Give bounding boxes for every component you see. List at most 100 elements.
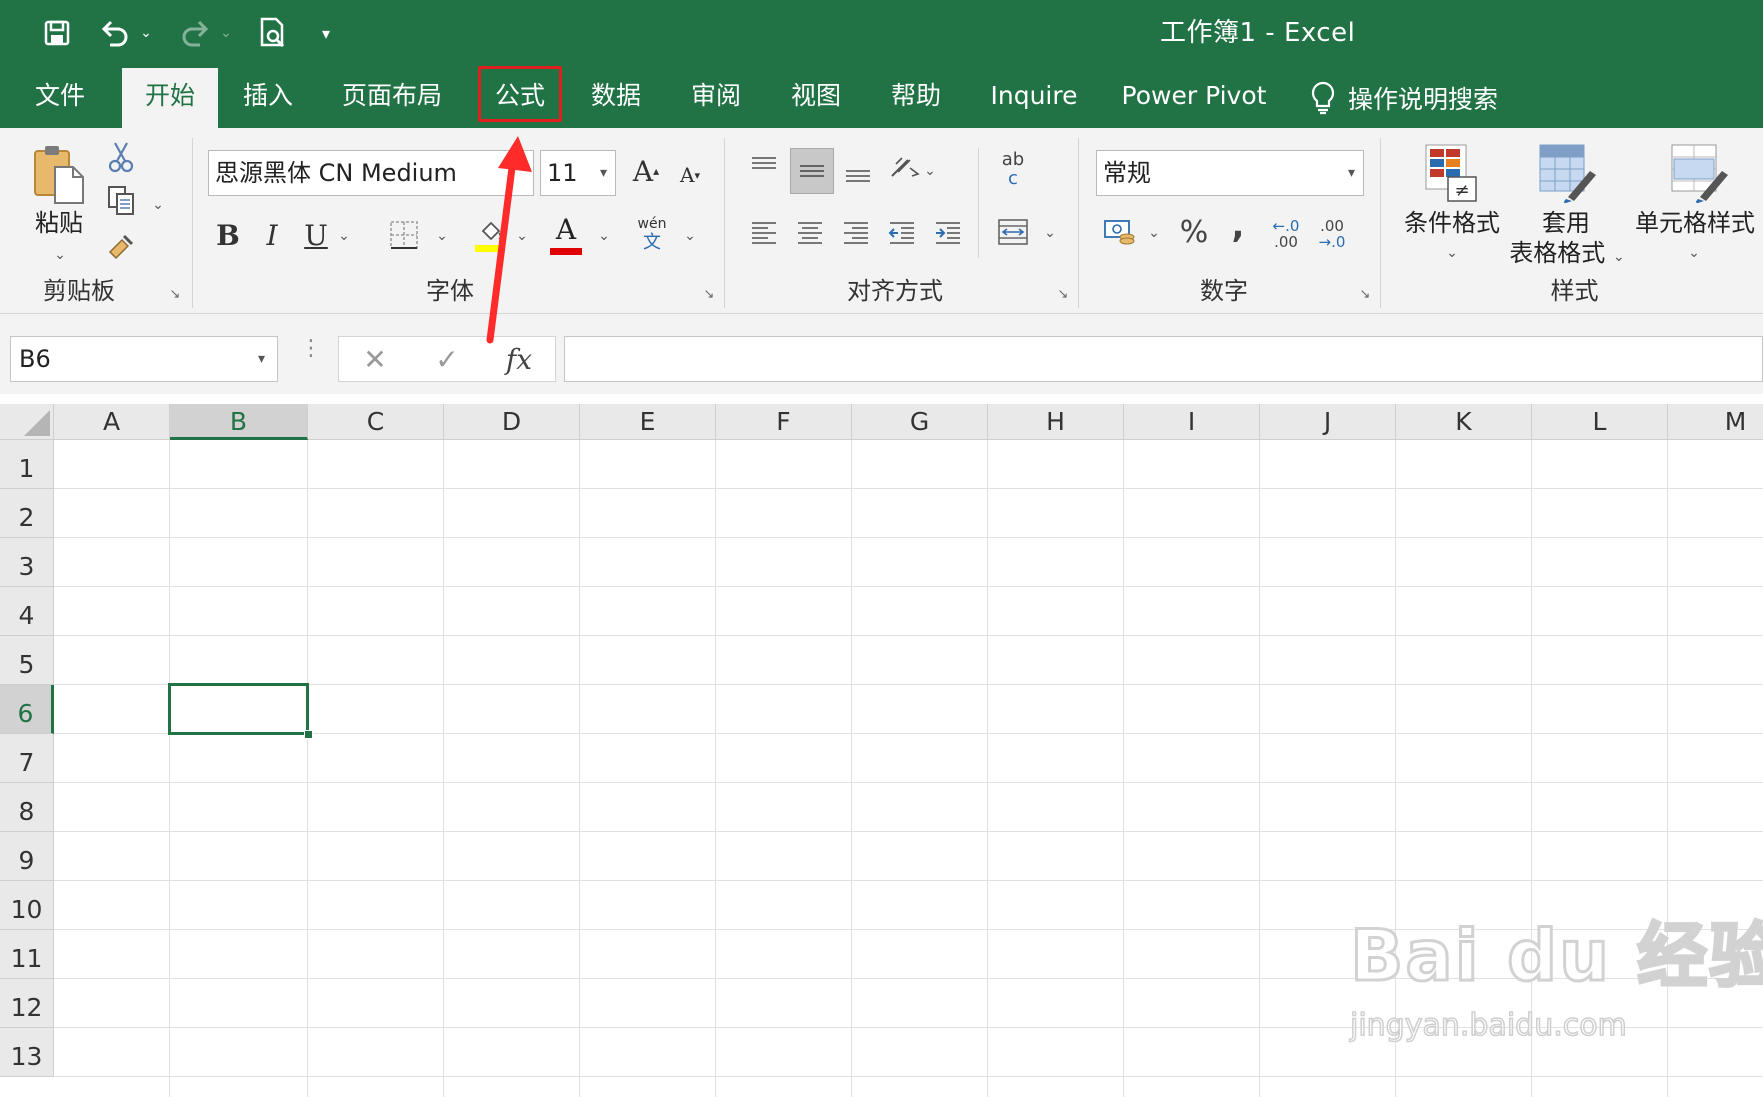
accounting-dropdown-icon[interactable]: ⌄	[1144, 222, 1164, 244]
tab-insert[interactable]: 插入	[226, 68, 310, 128]
cell-styles-icon[interactable]	[1666, 142, 1732, 204]
shrink-font-icon[interactable]: A ▾	[670, 152, 710, 198]
column-header[interactable]: J	[1260, 404, 1396, 440]
underline-dropdown-icon[interactable]: ⌄	[334, 224, 354, 248]
tab-page-layout[interactable]: 页面布局	[330, 68, 454, 128]
paste-dropdown-icon[interactable]: ⌄	[50, 240, 70, 270]
fill-color-dropdown-icon[interactable]: ⌄	[512, 224, 532, 248]
number-format-dropdown-icon[interactable]: ▾	[1348, 151, 1355, 195]
borders-icon[interactable]	[386, 216, 422, 254]
save-icon[interactable]	[34, 10, 80, 56]
undo-icon[interactable]	[92, 10, 138, 56]
format-as-table-label-2[interactable]: 表格格式 ⌄	[1502, 238, 1632, 272]
tab-review[interactable]: 审阅	[674, 68, 758, 128]
name-box-dropdown-icon[interactable]: ▾	[258, 337, 265, 381]
column-header[interactable]: I	[1124, 404, 1260, 440]
cancel-entry-icon[interactable]: ✕	[353, 337, 397, 383]
align-top-icon[interactable]	[744, 148, 784, 188]
borders-dropdown-icon[interactable]: ⌄	[432, 224, 452, 248]
insert-function-icon[interactable]: fx	[497, 337, 541, 383]
row-header[interactable]: 12	[0, 979, 54, 1028]
column-header[interactable]: G	[852, 404, 988, 440]
merge-center-icon[interactable]	[992, 212, 1034, 252]
redo-dropdown-icon[interactable]: ⌄	[216, 10, 236, 56]
alignment-launcher-icon[interactable]: ↘	[1054, 286, 1072, 304]
decrease-decimal-icon[interactable]: .00 →.0	[1310, 212, 1354, 256]
accounting-format-icon[interactable]	[1098, 212, 1142, 252]
row-header[interactable]: 3	[0, 538, 54, 587]
number-format-combo[interactable]: 常规 ▾	[1096, 150, 1364, 196]
tell-me-search[interactable]: 操作说明搜索	[1310, 68, 1498, 128]
number-launcher-icon[interactable]: ↘	[1356, 286, 1374, 304]
format-as-table-icon[interactable]	[1534, 142, 1600, 204]
italic-button[interactable]: I	[254, 212, 290, 258]
undo-dropdown-icon[interactable]: ⌄	[136, 10, 156, 56]
formula-bar-resize-handle[interactable]: ⋮	[300, 338, 322, 360]
copy-dropdown-icon[interactable]: ⌄	[148, 190, 168, 220]
format-as-table-label-1[interactable]: 套用	[1526, 208, 1606, 238]
name-box[interactable]: B6 ▾	[10, 336, 278, 382]
align-middle-icon[interactable]	[790, 148, 834, 194]
row-header[interactable]: 11	[0, 930, 54, 979]
percent-style-button[interactable]: %	[1174, 212, 1214, 252]
wrap-text-icon[interactable]: ab c	[992, 146, 1034, 194]
align-right-icon[interactable]	[836, 212, 876, 252]
paste-icon[interactable]	[26, 142, 92, 208]
row-header[interactable]: 1	[0, 440, 54, 489]
column-header[interactable]: L	[1532, 404, 1668, 440]
format-painter-icon[interactable]	[104, 228, 138, 262]
tab-data[interactable]: 数据	[574, 68, 658, 128]
increase-decimal-icon[interactable]: ←.0 .00	[1264, 212, 1308, 256]
column-header[interactable]: B	[170, 404, 308, 440]
copy-icon[interactable]	[104, 184, 138, 218]
conditional-formatting-dropdown-icon[interactable]: ⌄	[1442, 238, 1462, 268]
row-header[interactable]: 13	[0, 1028, 54, 1077]
formula-input[interactable]	[564, 336, 1763, 382]
fill-color-icon[interactable]	[472, 212, 508, 258]
row-header[interactable]: 9	[0, 832, 54, 881]
cell-styles-label[interactable]: 单元格样式	[1630, 208, 1760, 238]
tab-home[interactable]: 开始	[122, 68, 218, 128]
orientation-dropdown-icon[interactable]: ⌄	[920, 160, 940, 182]
row-header[interactable]: 5	[0, 636, 54, 685]
bold-button[interactable]: B	[210, 212, 246, 258]
fill-handle[interactable]	[304, 730, 313, 739]
phonetic-dropdown-icon[interactable]: ⌄	[680, 224, 700, 248]
font-size-dropdown-icon[interactable]: ▾	[600, 151, 607, 195]
row-header[interactable]: 8	[0, 783, 54, 832]
font-name-combo[interactable]: 思源黑体 CN Medium	[208, 150, 534, 196]
row-header[interactable]: 6	[0, 685, 54, 734]
clipboard-launcher-icon[interactable]: ↘	[166, 286, 184, 304]
customize-qat-icon[interactable]: ▾	[314, 10, 338, 56]
column-header[interactable]: D	[444, 404, 580, 440]
increase-indent-icon[interactable]	[928, 212, 968, 252]
column-header[interactable]: C	[308, 404, 444, 440]
cut-icon[interactable]	[104, 140, 138, 174]
column-header[interactable]: H	[988, 404, 1124, 440]
grow-font-icon[interactable]: A ▴	[626, 148, 666, 194]
tab-view[interactable]: 视图	[774, 68, 858, 128]
column-header[interactable]: F	[716, 404, 852, 440]
column-header[interactable]: M	[1668, 404, 1763, 440]
tab-inquire[interactable]: Inquire	[984, 68, 1084, 128]
row-header[interactable]: 7	[0, 734, 54, 783]
enter-entry-icon[interactable]: ✓	[425, 337, 469, 383]
active-cell[interactable]	[168, 683, 309, 735]
conditional-formatting-label[interactable]: 条件格式	[1400, 208, 1504, 238]
print-preview-icon[interactable]	[250, 10, 296, 56]
align-left-icon[interactable]	[744, 212, 784, 252]
font-size-combo[interactable]: 11 ▾	[540, 150, 616, 196]
font-color-dropdown-icon[interactable]: ⌄	[594, 224, 614, 248]
column-header[interactable]: A	[54, 404, 170, 440]
paste-label[interactable]: 粘贴	[28, 208, 90, 238]
decrease-indent-icon[interactable]	[882, 212, 922, 252]
row-header[interactable]: 4	[0, 587, 54, 636]
select-all-corner[interactable]	[0, 404, 54, 440]
tab-file[interactable]: 文件	[18, 68, 102, 128]
tab-formulas[interactable]: 公式	[478, 68, 562, 128]
column-header[interactable]: E	[580, 404, 716, 440]
tab-power-pivot[interactable]: Power Pivot	[1114, 68, 1274, 128]
cell-styles-dropdown-icon[interactable]: ⌄	[1684, 238, 1704, 268]
underline-button[interactable]: U	[298, 212, 334, 258]
row-header[interactable]: 2	[0, 489, 54, 538]
